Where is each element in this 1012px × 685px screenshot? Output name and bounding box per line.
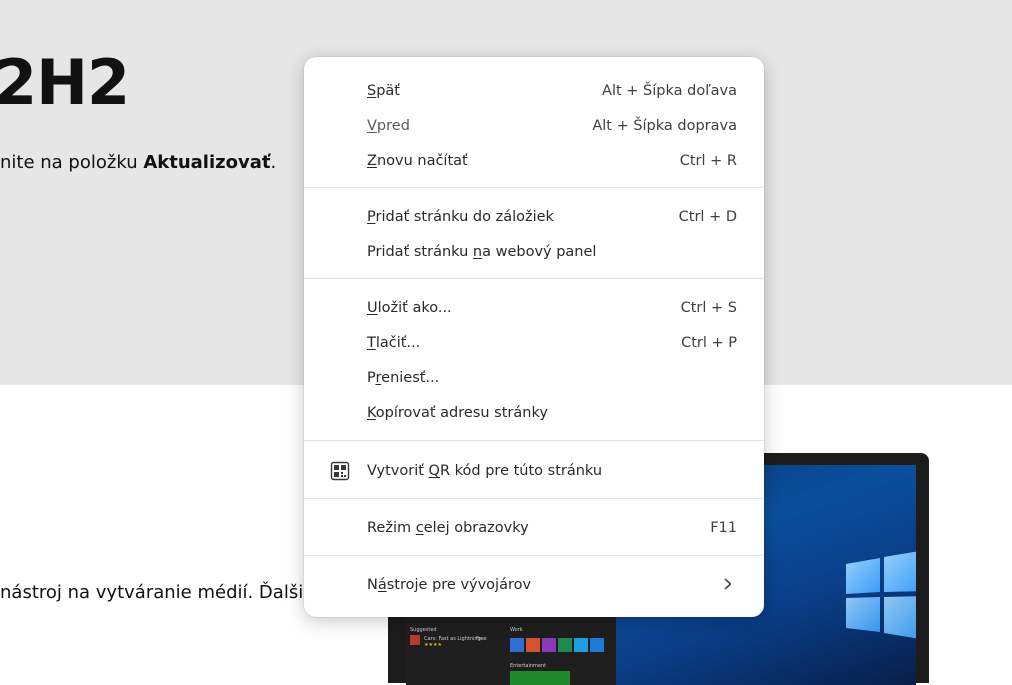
menu-separator xyxy=(304,278,764,279)
menu-item-copy-url-label: Kopírovať adresu stránky xyxy=(367,405,548,421)
xbox-tile-icon xyxy=(510,671,570,685)
menu-item-forward-shortcut: Alt + Šípka doprava xyxy=(592,118,737,134)
menu-item-devtools-label: Nástroje pre vývojárov xyxy=(367,577,532,593)
menu-item-reload[interactable]: Znovu načítať Ctrl + R xyxy=(304,143,764,178)
hero-instruction-text: nite na položku Aktualizovať. xyxy=(0,150,276,176)
menu-item-fullscreen[interactable]: Režim celej obrazovky F11 xyxy=(304,510,764,545)
start-menu: Suggested Cars: Fast as Lightning ★★★★ F… xyxy=(406,605,616,685)
menu-item-print-shortcut: Ctrl + P xyxy=(681,335,737,351)
menu-item-cast[interactable]: Preniesť... xyxy=(304,360,764,395)
menu-item-bookmark[interactable]: Pridať stránku do záložiek Ctrl + D xyxy=(304,199,764,234)
media-tool-text: nástroj na vytváranie médií. Ďalšie xyxy=(0,582,315,603)
hero-text-prefix: nite na položku xyxy=(0,152,144,173)
menu-item-add-to-webpanel[interactable]: Pridať stránku na webový panel xyxy=(304,234,764,269)
menu-item-fullscreen-label: Režim celej obrazovky xyxy=(367,520,529,536)
onenote-tile-icon xyxy=(542,638,556,652)
menu-item-save-as[interactable]: Uložiť ako... Ctrl + S xyxy=(304,290,764,325)
free-badge: Free xyxy=(476,636,487,642)
menu-separator xyxy=(304,498,764,499)
menu-item-reload-label: Znovu načítať xyxy=(367,153,468,169)
menu-item-save-shortcut: Ctrl + S xyxy=(680,300,737,316)
rating-stars: ★★★★ xyxy=(424,642,442,648)
excel-tile-icon xyxy=(558,638,572,652)
outlook-tile-icon xyxy=(510,638,524,652)
menu-item-fullscreen-shortcut: F11 xyxy=(710,520,737,536)
calculator-tile-icon xyxy=(590,638,604,652)
update-link-text: Aktualizovať xyxy=(143,152,271,173)
menu-item-webpanel-label: Pridať stránku na webový panel xyxy=(367,244,597,260)
menu-item-cast-label: Preniesť... xyxy=(367,370,440,386)
menu-item-forward-label: Vpred xyxy=(367,118,410,134)
suggested-label: Suggested xyxy=(410,627,437,633)
entertainment-label: Entertainment xyxy=(510,663,547,669)
menu-separator xyxy=(304,187,764,188)
skype-tile-icon xyxy=(574,638,588,652)
windows-logo-icon xyxy=(846,551,916,639)
menu-item-back[interactable]: Späť Alt + Šípka doľava xyxy=(304,73,764,108)
menu-item-copy-url[interactable]: Kopírovať adresu stránky xyxy=(304,395,764,430)
menu-separator xyxy=(304,555,764,556)
menu-item-dev-tools[interactable]: Nástroje pre vývojárov xyxy=(304,567,764,602)
hero-text-suffix: . xyxy=(270,152,277,173)
menu-separator xyxy=(304,440,764,441)
menu-item-back-label: Späť xyxy=(367,83,400,99)
menu-item-bookmark-shortcut: Ctrl + D xyxy=(678,209,737,225)
menu-item-qr-label: Vytvoriť QR kód pre túto stránku xyxy=(367,463,603,479)
page-title: 2H2 xyxy=(0,46,130,119)
menu-item-reload-shortcut: Ctrl + R xyxy=(679,153,737,169)
menu-item-print[interactable]: Tlačiť... Ctrl + P xyxy=(304,325,764,360)
qr-code-icon xyxy=(330,461,350,481)
menu-item-create-qr[interactable]: Vytvoriť QR kód pre túto stránku xyxy=(304,453,764,488)
app-thumbnail xyxy=(410,635,420,645)
powerpoint-tile-icon xyxy=(526,638,540,652)
work-label: Work xyxy=(510,627,523,633)
menu-item-back-shortcut: Alt + Šípka doľava xyxy=(602,83,737,99)
menu-item-forward[interactable]: Vpred Alt + Šípka doprava xyxy=(304,108,764,143)
menu-item-print-label: Tlačiť... xyxy=(367,335,421,351)
context-menu: Späť Alt + Šípka doľava Vpred Alt + Šípk… xyxy=(304,57,764,617)
menu-item-bookmark-label: Pridať stránku do záložiek xyxy=(367,209,554,225)
chevron-right-icon xyxy=(724,578,732,590)
menu-item-save-label: Uložiť ako... xyxy=(367,300,452,316)
